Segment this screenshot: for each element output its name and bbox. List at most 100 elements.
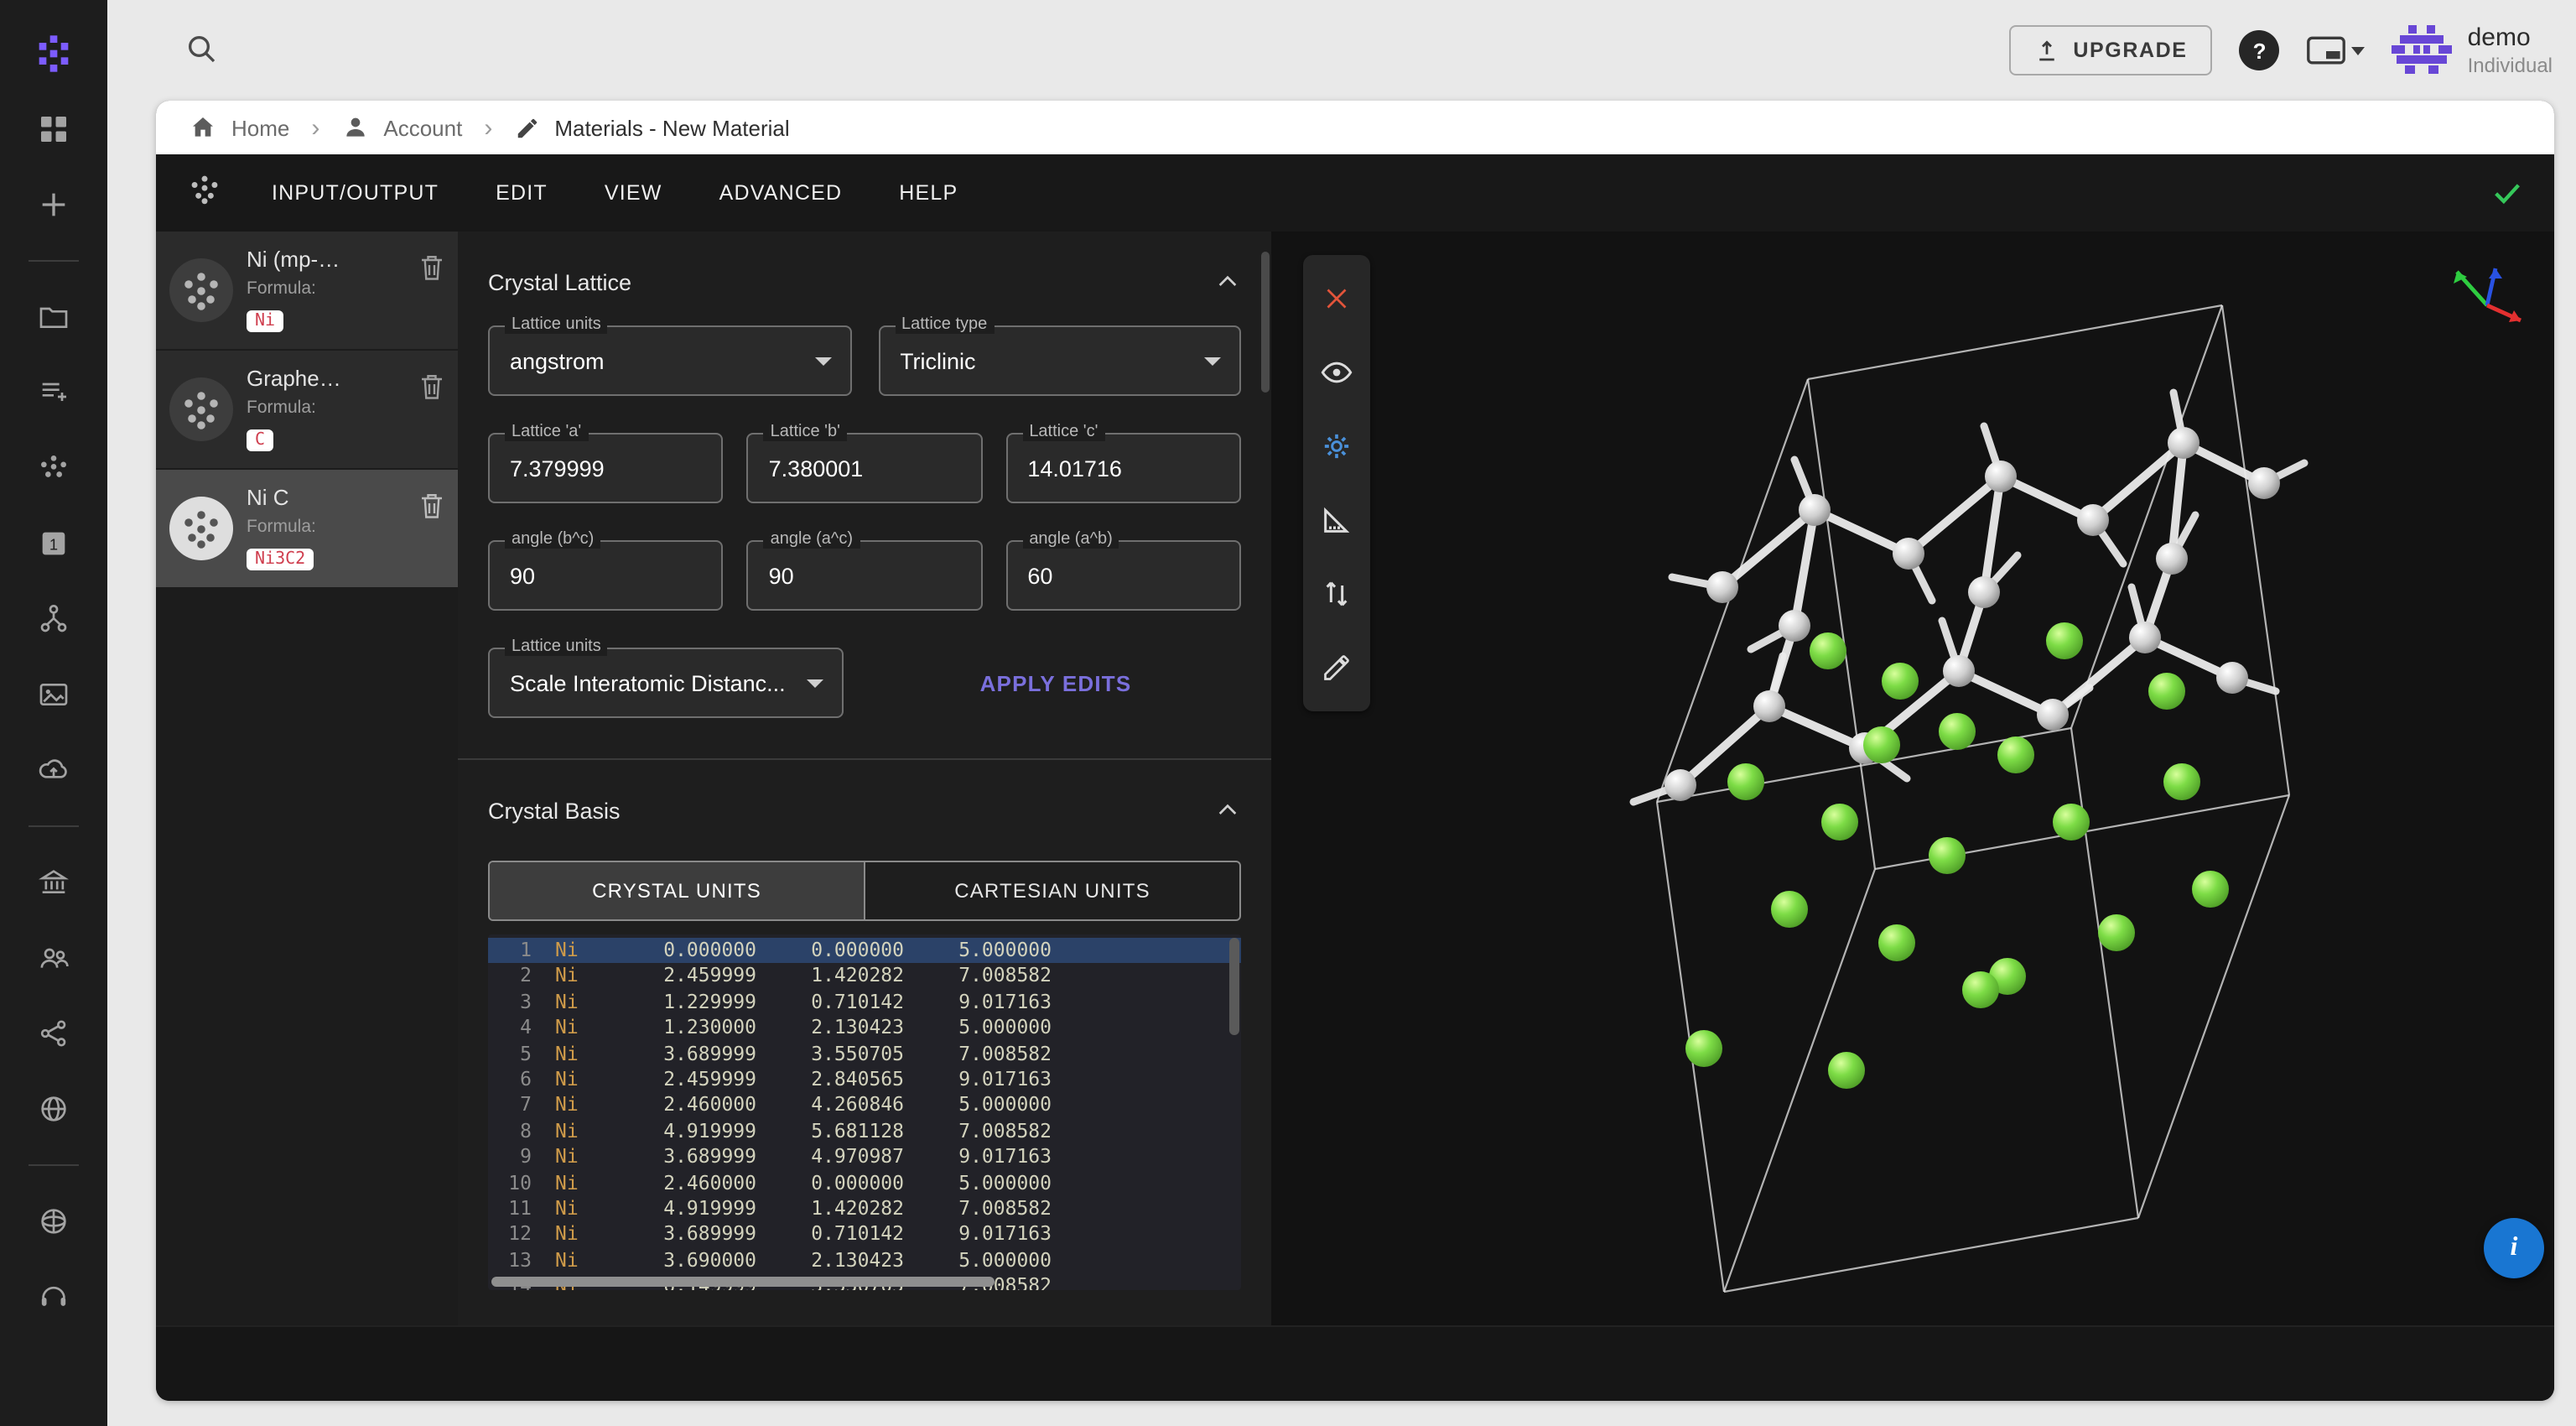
line-number: 2 [488,964,532,990]
coord-x: 4.919999 [609,1196,756,1222]
coord-z: 5.000000 [904,938,1052,964]
basis-row[interactable]: 6 Ni 2.459999 2.840565 9.017163 [488,1067,1241,1093]
basis-row[interactable]: 12 Ni 3.689999 0.710142 9.017163 [488,1222,1241,1248]
menu-item[interactable]: EDIT [467,154,576,232]
chevron-down-icon [2352,46,2366,55]
element-symbol: Ni [555,1118,609,1144]
lattice-type-select[interactable]: Lattice type Triclinic [878,325,1241,396]
delete-material-icon[interactable] [419,253,444,287]
editor-panel: Crystal Lattice Lattice units angstrom L… [458,232,1271,1325]
basis-row[interactable]: 7 Ni 2.460000 4.260846 5.000000 [488,1093,1241,1119]
search-icon[interactable] [184,31,218,70]
collapse-lattice-icon[interactable] [1214,268,1241,295]
basis-row[interactable]: 4 Ni 1.230000 2.130423 5.000000 [488,1015,1241,1041]
swap-vertical-icon[interactable] [1303,557,1370,631]
material-atoms-icon [169,377,233,441]
workflows-icon[interactable] [20,585,87,653]
basis-row[interactable]: 8 Ni 4.919999 5.681128 7.008582 [488,1118,1241,1144]
basis-row[interactable]: 2 Ni 2.459999 1.420282 7.008582 [488,964,1241,990]
media-icon[interactable] [20,661,87,728]
menu-item[interactable]: ADVANCED [691,154,871,232]
save-check-icon[interactable] [2490,176,2524,210]
lattice-units-select[interactable]: Lattice units angstrom [488,325,851,396]
basis-row[interactable]: 11 Ni 4.919999 1.420282 7.008582 [488,1196,1241,1222]
edit-pencil-icon [514,115,539,140]
structure-viewer[interactable]: i [1283,232,2554,1325]
structure-canvas[interactable] [1283,232,2554,1325]
material-item-selected[interactable]: Ni C Formula: Ni3C2 [156,470,458,587]
tab-cartesian-units[interactable]: CARTESIAN UNITS [864,862,1239,919]
viewer-toolbar [1303,255,1370,711]
coord-z: 9.017163 [904,1144,1052,1170]
support-headset-icon[interactable] [20,1263,87,1330]
logo-icon[interactable] [20,20,87,87]
material-item[interactable]: Ni (mp-… Formula: Ni [156,232,458,349]
user-menu[interactable]: demo Individual [2392,20,2553,81]
line-number: 10 [488,1170,532,1196]
upgrade-button[interactable]: UPGRADE [2009,25,2212,75]
angle-ab-field[interactable]: angle (a^b) 60 [1005,540,1241,611]
share-icon[interactable] [20,1000,87,1067]
team-icon[interactable] [20,924,87,991]
close-icon[interactable] [1303,262,1370,336]
angle-bc-field[interactable]: angle (b^c) 90 [488,540,724,611]
tab-crystal-units[interactable]: CRYSTAL UNITS [490,862,864,919]
menu-item[interactable]: INPUT/OUTPUT [243,154,467,232]
coord-z: 7.008582 [904,1118,1052,1144]
material-item[interactable]: Graphe… Formula: C [156,351,458,468]
lattice-b-field[interactable]: Lattice 'b' 7.380001 [747,433,983,503]
basis-row[interactable]: 13 Ni 3.690000 2.130423 5.000000 [488,1247,1241,1273]
vertical-scrollbar[interactable] [1229,938,1239,1035]
create-new-icon[interactable] [20,171,87,238]
lattice-c-field[interactable]: Lattice 'c' 14.01716 [1005,433,1241,503]
basis-row[interactable]: 3 Ni 1.229999 0.710142 9.017163 [488,990,1241,1016]
coord-y: 0.000000 [756,1170,904,1196]
basis-row[interactable]: 10 Ni 2.460000 0.000000 5.000000 [488,1170,1241,1196]
edit-units-select[interactable]: Lattice units Scale Interatomic Distanc.… [488,648,844,718]
line-number: 12 [488,1222,532,1248]
jobs-list-icon[interactable] [20,359,87,426]
console-bar[interactable] [156,1325,2554,1401]
horizontal-scrollbar[interactable] [491,1277,995,1287]
topbar: UPGRADE ? [107,0,2576,101]
basis-row[interactable]: 5 Ni 3.689999 3.550705 7.008582 [488,1041,1241,1067]
breadcrumb-account[interactable]: Account [383,115,462,140]
basis-editor[interactable]: 1 Ni 0.000000 0.000000 5.000000 2 Ni 2.4… [488,934,1241,1290]
delete-material-icon[interactable] [419,492,444,525]
angle-ac-field[interactable]: angle (a^c) 90 [747,540,983,611]
line-number: 6 [488,1067,532,1093]
line-number: 3 [488,990,532,1016]
dashboard-icon[interactable] [20,96,87,163]
line-number: 8 [488,1118,532,1144]
coord-y: 3.550705 [756,1041,904,1067]
web-sphere-icon[interactable] [20,1188,87,1255]
institution-icon[interactable] [20,849,87,916]
coord-z: 7.008582 [904,964,1052,990]
console-icon[interactable] [2307,34,2366,66]
eye-icon[interactable] [1303,336,1370,409]
help-icon[interactable]: ? [2240,30,2280,70]
element-symbol: Ni [555,1170,609,1196]
delete-material-icon[interactable] [419,372,444,406]
breadcrumb-home[interactable]: Home [231,115,289,140]
materials-icon[interactable] [20,435,87,502]
coord-y: 0.710142 [756,1222,904,1248]
coord-y: 4.260846 [756,1093,904,1119]
collapse-basis-icon[interactable] [1214,797,1241,824]
pencil-icon[interactable] [1303,631,1370,705]
lattice-a-field[interactable]: Lattice 'a' 7.379999 [488,433,724,503]
measure-icon[interactable] [1303,483,1370,557]
menu-item[interactable]: HELP [870,154,986,232]
projects-folder-icon[interactable] [20,284,87,351]
bank-item-icon[interactable]: 1 [20,510,87,577]
basis-row[interactable]: 9 Ni 3.689999 4.970987 9.017163 [488,1144,1241,1170]
app-root: 1 [0,0,2576,1426]
apply-edits-button[interactable]: APPLY EDITS [963,657,1149,709]
cloud-upload-icon[interactable] [20,736,87,804]
info-button[interactable]: i [2484,1218,2544,1278]
gear-icon[interactable] [1303,409,1370,483]
main-card: Home › Account › Materials - New Materia… [156,101,2554,1401]
menu-item[interactable]: VIEW [576,154,691,232]
globe-icon[interactable] [20,1075,87,1142]
basis-row[interactable]: 1 Ni 0.000000 0.000000 5.000000 [488,938,1241,964]
